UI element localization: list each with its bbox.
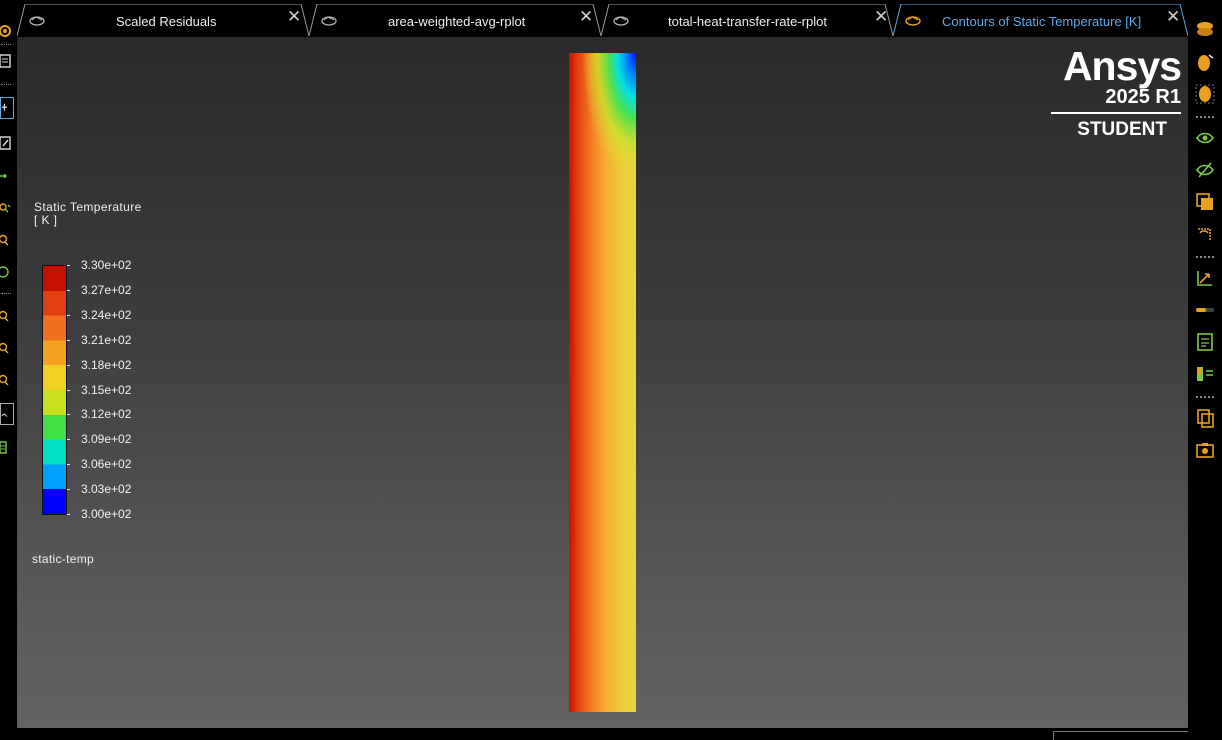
contour-icon: [905, 16, 921, 26]
colorbar-tick-label: 3.06e+02: [81, 457, 132, 472]
tab-label: Scaled Residuals: [116, 14, 217, 29]
tab-area-weighted-avg-rplot[interactable]: area-weighted-avg-rplot ✕: [309, 4, 601, 37]
probe-icon[interactable]: [0, 403, 14, 425]
plot-icon: [613, 16, 629, 26]
toolbar-separator: [1, 293, 11, 296]
tab-contours-static-temperature[interactable]: Contours of Static Temperature [K] ✕: [893, 4, 1188, 37]
colorbar-tick: [67, 389, 70, 391]
ansys-logo: Ansys 2025 R1 STUDENT: [1051, 43, 1182, 145]
temperature-contour[interactable]: [569, 53, 636, 712]
bottom-strip: [17, 728, 1188, 740]
close-icon[interactable]: ✕: [1166, 8, 1180, 25]
light-icon[interactable]: [1194, 51, 1216, 73]
graphics-viewport[interactable]: Static Temperature [ K ] 3.30e+02 3.27e+0…: [17, 37, 1188, 728]
pan-icon[interactable]: [0, 165, 14, 187]
plot-icon: [29, 16, 45, 26]
tab-label: area-weighted-avg-rplot: [388, 14, 526, 29]
report-icon[interactable]: [1194, 331, 1216, 353]
screenshot-icon[interactable]: [1194, 439, 1216, 461]
legend-unit: [ K ]: [34, 213, 58, 227]
colorbar: [42, 265, 67, 515]
toolbar-separator: [1, 44, 11, 47]
colorbar-tick-label: 3.27e+02: [81, 282, 132, 297]
colorbar-tick: [67, 489, 70, 491]
layers-icon[interactable]: [1194, 18, 1216, 40]
toolbar-separator: [1196, 116, 1214, 119]
slider-icon[interactable]: [1194, 299, 1216, 321]
colorbar-tick-label: 3.30e+02: [81, 258, 132, 272]
colorbar-tick: [67, 514, 70, 515]
colorbar-tick-label: 3.12e+02: [81, 407, 132, 422]
colorbar-tick-label: 3.09e+02: [81, 432, 132, 447]
gear-icon[interactable]: [0, 20, 14, 42]
close-icon[interactable]: ✕: [874, 8, 888, 25]
zoom-fit-icon[interactable]: [0, 369, 14, 391]
pointer-icon[interactable]: [0, 97, 14, 119]
axes-icon[interactable]: [1194, 267, 1216, 289]
view-icon[interactable]: [1194, 191, 1216, 213]
close-icon[interactable]: ✕: [579, 8, 593, 25]
colorbar-tick: [67, 314, 70, 316]
show-icon[interactable]: [1194, 127, 1216, 149]
colorbar-tick: [67, 339, 70, 341]
tab-total-heat-transfer-rate-rplot[interactable]: total-heat-transfer-rate-rplot ✕: [601, 4, 893, 37]
tab-label: Contours of Static Temperature [K]: [942, 14, 1142, 29]
toolbar-separator: [1196, 396, 1214, 399]
left-toolbar: [0, 0, 17, 740]
toolbar-separator: [1196, 256, 1214, 259]
rotate-view-icon[interactable]: [0, 261, 14, 283]
plot-icon: [321, 16, 337, 26]
plot-name: static-temp: [32, 552, 94, 566]
colorbar-tick-label: 3.24e+02: [81, 307, 132, 322]
hide-icon[interactable]: [1194, 159, 1216, 181]
colorbar-tick: [67, 265, 70, 266]
logo-brand: Ansys: [1062, 43, 1182, 89]
toolbar-separator: [1, 84, 11, 87]
colorbar-tick: [67, 364, 70, 366]
right-toolbar: [1188, 0, 1222, 740]
logo-divider: [1051, 112, 1181, 114]
copy-icon[interactable]: [1194, 407, 1216, 429]
close-icon[interactable]: ✕: [287, 8, 301, 25]
tab-scaled-residuals[interactable]: Scaled Residuals ✕: [17, 4, 309, 37]
undo-view-icon[interactable]: [1194, 223, 1216, 245]
legend-icon[interactable]: [1194, 363, 1216, 385]
zoom-icon[interactable]: [0, 197, 14, 219]
select-icon[interactable]: [0, 50, 14, 72]
logo-edition: STUDENT: [1077, 119, 1167, 140]
tab-bar: Scaled Residuals ✕ area-weighted-avg-rpl…: [17, 4, 1188, 37]
legend-title: Static Temperature: [34, 200, 142, 214]
colorbar-tick: [67, 414, 70, 416]
colorbar-tick-label: 3.18e+02: [81, 357, 132, 372]
colorbar-tick-label: 3.03e+02: [81, 482, 132, 497]
zoom-out-icon[interactable]: [0, 337, 14, 359]
colorbar-tick-label: 3.00e+02: [81, 507, 132, 521]
colorbar-tick-label: 3.15e+02: [81, 382, 132, 397]
colorbar-tick: [67, 464, 70, 466]
tab-label: total-heat-transfer-rate-rplot: [668, 14, 827, 29]
zoom-box-icon[interactable]: [0, 229, 14, 251]
rotate-icon[interactable]: [0, 132, 14, 154]
contour-cold-corner: [569, 53, 636, 213]
colorbar-tick-label: 3.21e+02: [81, 332, 132, 347]
logo-version: 2025 R1: [1105, 86, 1181, 108]
colorbar-tick: [67, 289, 70, 291]
clipboard-icon[interactable]: [0, 436, 14, 458]
colorbar-tick: [67, 439, 70, 441]
zoom-in-icon[interactable]: [0, 305, 14, 327]
lighting-icon[interactable]: [1194, 83, 1216, 105]
